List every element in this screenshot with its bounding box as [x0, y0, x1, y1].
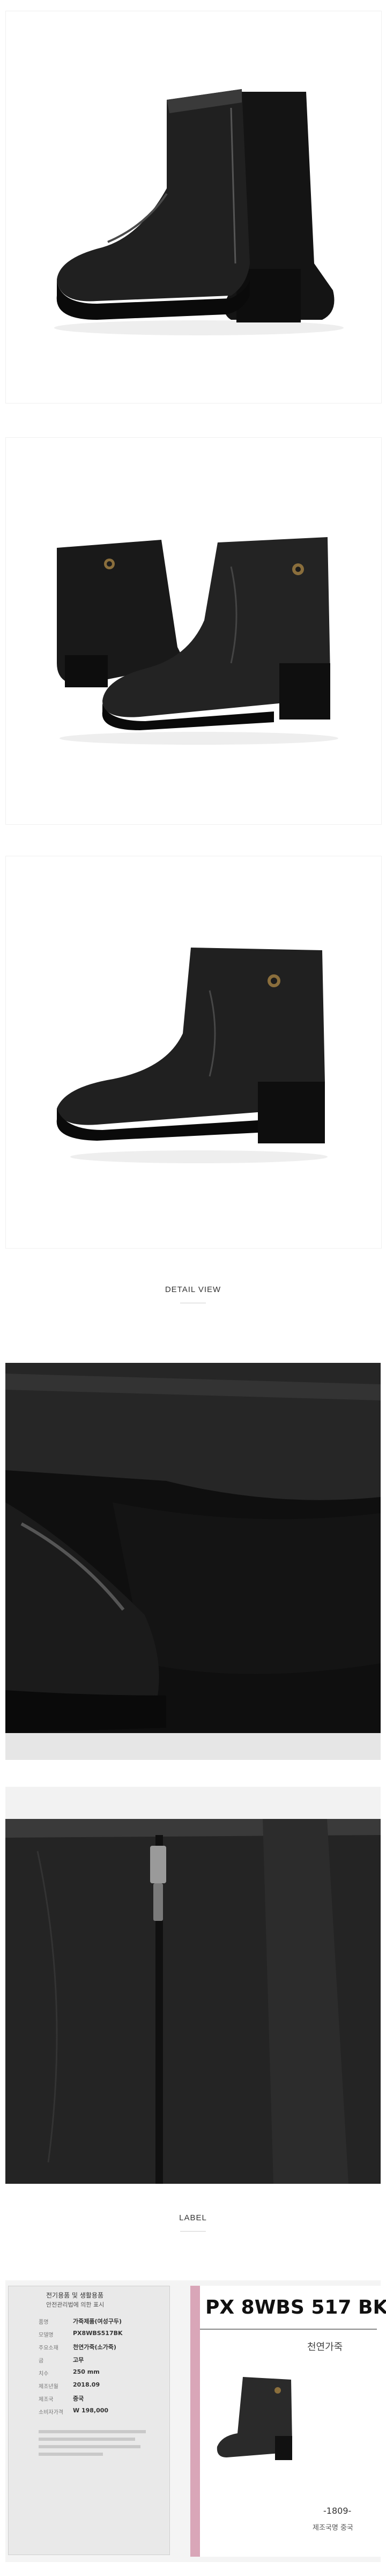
care-label-fine-print	[39, 2426, 157, 2474]
fine-print-line	[39, 2445, 140, 2448]
label-panel: 전기용품 및 생활용품 안전관리법에 의한 표시 품명 가죽제품(여성구두) 모델…	[5, 2280, 386, 2562]
label-row: 소비자가격 W 198,000	[39, 2407, 109, 2416]
boot-pair-side-view	[54, 89, 344, 335]
tag-divider	[200, 2329, 377, 2330]
tag-code: PX 8WBS 517 BK	[205, 2296, 386, 2318]
product-tag: PX 8WBS 517 BK 천연가죽 -1809- 제조국명 중국	[190, 2286, 386, 2557]
detail-photo-zipper	[5, 1787, 381, 2184]
product-photo-3	[5, 856, 382, 1249]
single-boot-side-view	[56, 948, 328, 1163]
tag-country: 제조국명 중국	[313, 2524, 353, 2532]
label-title: LABEL	[179, 2213, 207, 2222]
product-photo-1	[5, 11, 382, 403]
care-label-header-2: 안전관리법에 의한 표시	[46, 2301, 105, 2308]
detail-view-title: DETAIL VIEW	[165, 1285, 221, 1294]
label-row: 주요소재 천연가죽(소가죽)	[39, 2344, 116, 2351]
care-label-header-1: 전기용품 및 생활용품	[46, 2292, 103, 2299]
tag-material: 천연가죽	[307, 2342, 343, 2353]
label-row: 모델명 PX8WBS517BK	[39, 2330, 123, 2338]
care-label: 전기용품 및 생활용품 안전관리법에 의한 표시 품명 가죽제품(여성구두) 모델…	[8, 2286, 170, 2555]
label-row: 제조년월 2018.09	[39, 2381, 100, 2390]
boot-pair-front-view	[57, 537, 338, 745]
label-divider	[180, 2231, 206, 2232]
detail-photo-heel	[5, 1363, 381, 1760]
label-row: 굽 고무	[39, 2357, 84, 2364]
heel-closeup	[5, 1363, 381, 1760]
label-row: 제조국 중국	[39, 2395, 84, 2403]
fine-print-line	[39, 2453, 103, 2456]
label-row: 치수 250 mm	[39, 2368, 100, 2377]
zipper-closeup	[5, 1787, 381, 2184]
label-row: 품명 가죽제품(여성구두)	[39, 2318, 122, 2325]
tag-date: -1809-	[323, 2506, 352, 2516]
fine-print-line	[39, 2430, 146, 2433]
product-photo-2	[5, 437, 382, 825]
fine-print-line	[39, 2438, 135, 2441]
tag-boot-thumbnail	[217, 2377, 292, 2460]
